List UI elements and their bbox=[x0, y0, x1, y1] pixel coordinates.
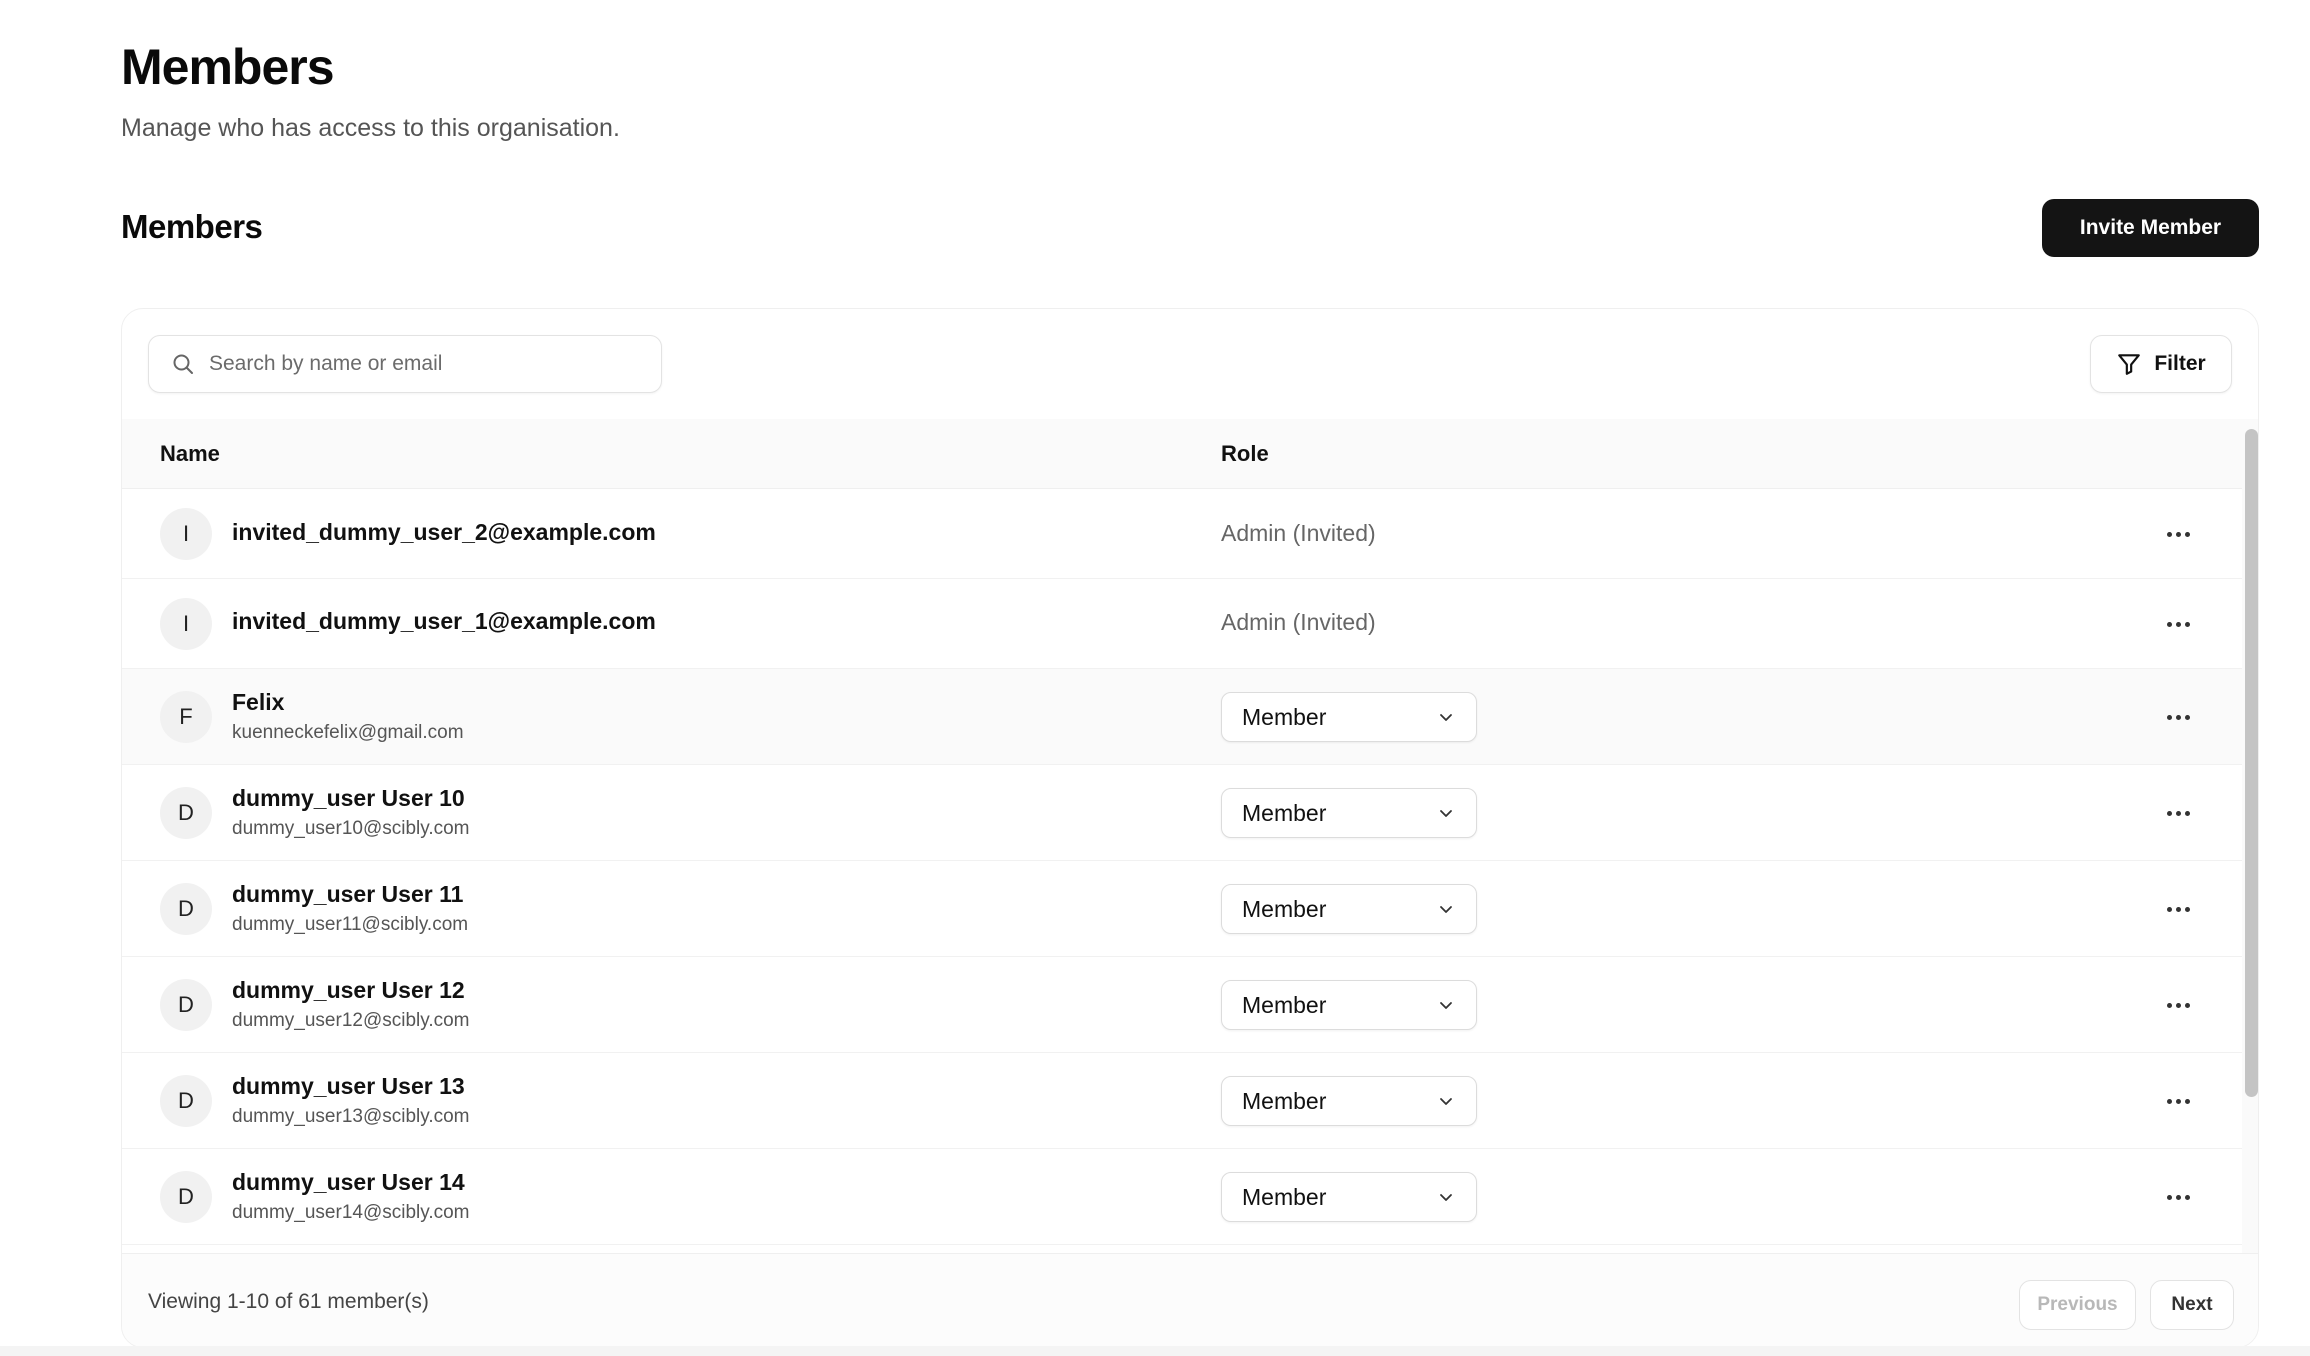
table-row: D dummy_user User 12 dummy_user12@scibly… bbox=[122, 957, 2242, 1053]
scrollbar-thumb[interactable] bbox=[2245, 429, 2258, 1097]
avatar: D bbox=[160, 787, 212, 839]
column-header-role: Role bbox=[1221, 441, 1269, 466]
member-name: Felix bbox=[232, 689, 285, 715]
chevron-down-icon bbox=[1440, 714, 1452, 721]
role-select-value: Member bbox=[1242, 1087, 1327, 1114]
member-name: invited_dummy_user_1@example.com bbox=[232, 608, 656, 634]
avatar: D bbox=[160, 979, 212, 1031]
table-row: I invited_dummy_user_1@example.com Admin… bbox=[122, 579, 2242, 669]
member-name: dummy_user User 14 bbox=[232, 1169, 465, 1195]
page-subtitle: Manage who has access to this organisati… bbox=[121, 114, 620, 142]
role-select-value: Member bbox=[1242, 799, 1327, 826]
search-icon bbox=[173, 354, 193, 374]
role-text: Admin (Invited) bbox=[1221, 609, 1376, 635]
more-horizontal-icon bbox=[2166, 1002, 2172, 1008]
chevron-down-icon bbox=[1440, 1194, 1452, 1201]
avatar: F bbox=[160, 691, 212, 743]
more-horizontal-icon bbox=[2166, 621, 2172, 627]
search-box[interactable] bbox=[148, 335, 662, 393]
table-scrollbar[interactable] bbox=[2242, 419, 2258, 1253]
role-select[interactable]: Member bbox=[1221, 788, 1477, 838]
more-horizontal-icon bbox=[2166, 810, 2172, 816]
table-row: D dummy_user User 14 dummy_user14@scibly… bbox=[122, 1149, 2242, 1245]
table-body: I invited_dummy_user_2@example.com Admin… bbox=[122, 489, 2242, 1253]
table-header: Name Role bbox=[122, 419, 2242, 489]
members-table-card: Filter Name Role I invited_dummy_user_2@… bbox=[121, 308, 2259, 1348]
member-name: dummy_user User 11 bbox=[232, 881, 464, 907]
more-actions-button[interactable] bbox=[2158, 1182, 2198, 1212]
more-horizontal-icon bbox=[2166, 1098, 2172, 1104]
more-horizontal-icon bbox=[2166, 714, 2172, 720]
role-select[interactable]: Member bbox=[1221, 884, 1477, 934]
column-header-name: Name bbox=[160, 441, 220, 466]
role-select-value: Member bbox=[1242, 1183, 1327, 1210]
more-actions-button[interactable] bbox=[2158, 519, 2198, 549]
more-horizontal-icon bbox=[2166, 906, 2172, 912]
member-email: dummy_user12@scibly.com bbox=[232, 1010, 470, 1031]
member-name: invited_dummy_user_2@example.com bbox=[232, 519, 656, 545]
member-email: dummy_user10@scibly.com bbox=[232, 818, 470, 839]
member-name: dummy_user User 10 bbox=[232, 785, 465, 811]
member-name: dummy_user User 13 bbox=[232, 1073, 465, 1099]
role-select-value: Member bbox=[1242, 991, 1327, 1018]
avatar: D bbox=[160, 1075, 212, 1127]
role-text: Admin (Invited) bbox=[1221, 520, 1376, 546]
pagination-summary: Viewing 1-10 of 61 member(s) bbox=[148, 1290, 429, 1313]
more-actions-button[interactable] bbox=[2158, 1086, 2198, 1116]
role-select-value: Member bbox=[1242, 895, 1327, 922]
page-title: Members bbox=[121, 39, 335, 95]
page-bottom-edge bbox=[0, 1346, 2310, 1356]
more-actions-button[interactable] bbox=[2158, 609, 2198, 639]
table-footer: Viewing 1-10 of 61 member(s) Previous Ne… bbox=[122, 1253, 2258, 1347]
more-horizontal-icon bbox=[2166, 531, 2172, 537]
chevron-down-icon bbox=[1440, 1098, 1452, 1105]
filter-label: Filter bbox=[2154, 352, 2206, 375]
table-toolbar: Filter bbox=[122, 309, 2258, 419]
section-title: Members bbox=[121, 208, 263, 245]
role-select[interactable]: Member bbox=[1221, 1172, 1477, 1222]
next-page-button[interactable]: Next bbox=[2150, 1280, 2234, 1330]
more-actions-button[interactable] bbox=[2158, 798, 2198, 828]
member-email: dummy_user11@scibly.com bbox=[232, 914, 469, 935]
member-email: kuenneckefelix@gmail.com bbox=[232, 722, 464, 743]
chevron-down-icon bbox=[1440, 1002, 1452, 1009]
chevron-down-icon bbox=[1440, 906, 1452, 913]
chevron-down-icon bbox=[1440, 810, 1452, 817]
role-select-value: Member bbox=[1242, 703, 1327, 730]
filter-button[interactable]: Filter bbox=[2090, 335, 2232, 393]
previous-page-button[interactable]: Previous bbox=[2019, 1280, 2136, 1330]
members-page: Members Manage who has access to this or… bbox=[0, 0, 2310, 1356]
more-actions-button[interactable] bbox=[2158, 702, 2198, 732]
table-row: D dummy_user User 10 dummy_user10@scibly… bbox=[122, 765, 2242, 861]
member-email: dummy_user14@scibly.com bbox=[232, 1202, 470, 1223]
table-row: I invited_dummy_user_2@example.com Admin… bbox=[122, 489, 2242, 579]
role-select[interactable]: Member bbox=[1221, 692, 1477, 742]
avatar: I bbox=[160, 508, 212, 560]
more-horizontal-icon bbox=[2166, 1194, 2172, 1200]
table-row: F Felix kuenneckefelix@gmail.com Member bbox=[122, 669, 2242, 765]
avatar: D bbox=[160, 1171, 212, 1223]
invite-member-button[interactable]: Invite Member bbox=[2042, 199, 2259, 257]
more-actions-button[interactable] bbox=[2158, 990, 2198, 1020]
member-name: dummy_user User 12 bbox=[232, 977, 465, 1003]
search-input[interactable] bbox=[209, 352, 629, 376]
avatar: D bbox=[160, 883, 212, 935]
avatar: I bbox=[160, 598, 212, 650]
role-select[interactable]: Member bbox=[1221, 1076, 1477, 1126]
more-actions-button[interactable] bbox=[2158, 894, 2198, 924]
table-row: D dummy_user User 13 dummy_user13@scibly… bbox=[122, 1053, 2242, 1149]
member-email: dummy_user13@scibly.com bbox=[232, 1106, 470, 1127]
table-row: D dummy_user User 11 dummy_user11@scibly… bbox=[122, 861, 2242, 957]
role-select[interactable]: Member bbox=[1221, 980, 1477, 1030]
filter-icon bbox=[2118, 354, 2141, 375]
